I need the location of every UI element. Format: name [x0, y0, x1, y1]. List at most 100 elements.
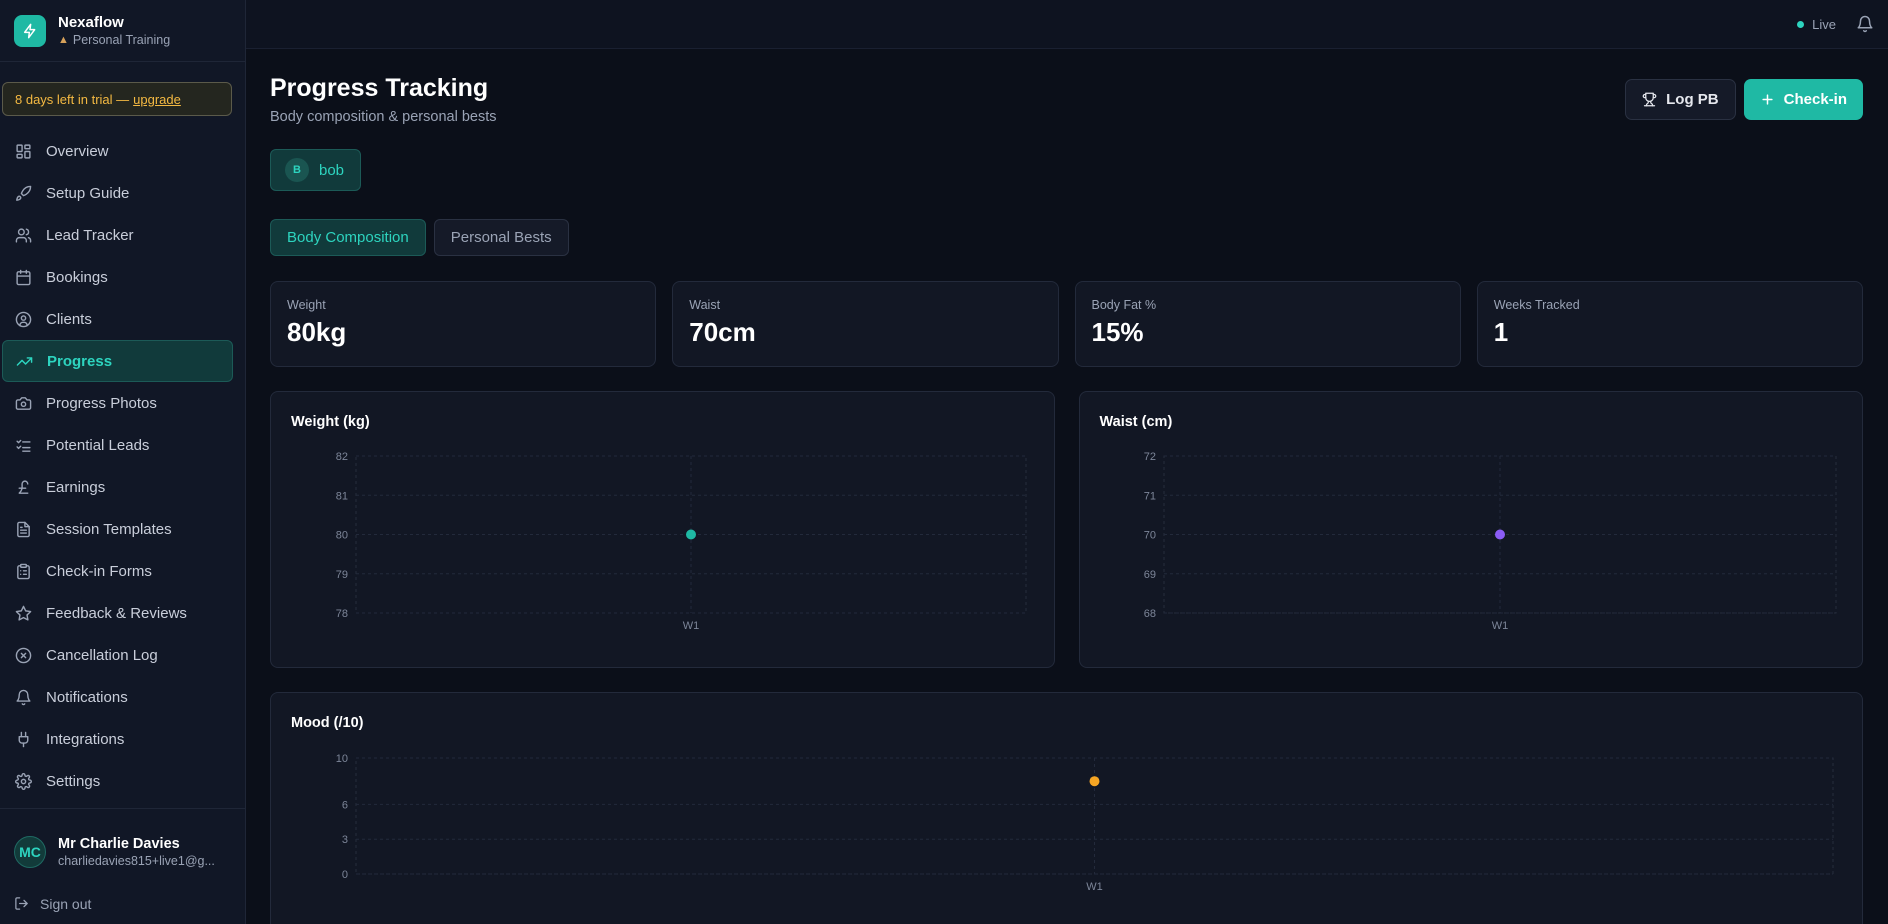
stat-value: 70cm [689, 317, 756, 347]
y-tick-label: 72 [1143, 451, 1155, 463]
sidebar-item-label: Settings [46, 772, 101, 790]
y-tick-label: 79 [336, 569, 348, 581]
sidebar-item-lead-tracker[interactable]: Lead Tracker [0, 214, 245, 256]
stat-label: Waist [689, 298, 721, 312]
stats-row: Weight 80kg Waist 70cm Body Fat % 15% We… [270, 281, 1863, 367]
lightning-icon[interactable] [14, 14, 46, 47]
mood-chart-svg: 10 6 3 0 W1 [336, 753, 1834, 893]
sidebar-item-label: Setup Guide [46, 184, 130, 202]
sidebar-item-label: Check-in Forms [46, 562, 152, 580]
calendar-icon [14, 268, 32, 286]
sidebar-item-setup-guide[interactable]: Setup Guide [0, 172, 245, 214]
sidebar-item-settings[interactable]: Settings [0, 760, 245, 802]
sidebar-item-check-in-forms[interactable]: Check-in Forms [0, 550, 245, 592]
waist-chart-svg: 72 71 70 69 68 W1 [1143, 451, 1836, 632]
x-circle-icon [14, 646, 32, 664]
y-tick-label: 78 [336, 608, 348, 620]
y-tick-label: 71 [1143, 490, 1155, 502]
stat-card-waist: Waist 70cm [672, 281, 1059, 367]
rocket-icon [14, 184, 32, 202]
tab-body-composition[interactable]: Body Composition [270, 219, 426, 256]
topbar: Live [246, 0, 1888, 49]
data-point [1494, 529, 1505, 540]
sidebar-item-label: Progress [47, 352, 113, 370]
sidebar-item-label: Integrations [46, 730, 125, 748]
stat-card-body-fat: Body Fat % 15% [1074, 281, 1461, 367]
sidebar-item-label: Progress Photos [46, 394, 157, 412]
sidebar-item-label: Clients [46, 310, 92, 328]
x-tick-label: W1 [683, 620, 700, 632]
gear-icon [14, 772, 32, 790]
sidebar-item-label: Bookings [46, 268, 108, 286]
waist-chart: 72 71 70 69 68 W1 Waist (cm) [1078, 391, 1863, 668]
y-tick-label: 6 [342, 799, 348, 811]
sidebar-item-progress-photos[interactable]: Progress Photos [0, 382, 245, 424]
x-tick-label: W1 [1491, 620, 1508, 632]
main-content: Live Progress Tracking Body composition … [246, 0, 1888, 924]
tabs: Body Composition Personal Bests [270, 219, 1863, 256]
stat-value: 15% [1091, 317, 1144, 347]
users-icon [14, 226, 32, 244]
sidebar-item-earnings[interactable]: Earnings [0, 466, 245, 508]
tab-personal-bests[interactable]: Personal Bests [433, 219, 569, 256]
y-tick-label: 69 [1143, 569, 1155, 581]
stat-label: Weeks Tracked [1493, 298, 1580, 312]
page-subtitle: Body composition & personal bests [270, 109, 497, 125]
sidebar: Nexaflow ▲ Personal Training 8 days left… [0, 0, 246, 924]
bell-icon[interactable] [1856, 15, 1874, 33]
list-check-icon [14, 436, 32, 454]
stat-card-weight: Weight 80kg [270, 281, 657, 367]
trending-up-icon [15, 352, 33, 370]
y-tick-label: 3 [342, 834, 348, 846]
user-name: Mr Charlie Davies [58, 836, 180, 852]
log-pb-button[interactable]: Log PB [1625, 79, 1736, 120]
x-tick-label: W1 [1086, 881, 1103, 893]
plus-icon [1760, 92, 1776, 108]
sidebar-item-integrations[interactable]: Integrations [0, 718, 245, 760]
mood-chart: 10 6 3 0 W1 Mood (/10) [270, 692, 1863, 924]
y-tick-label: 82 [336, 451, 348, 463]
plug-icon [14, 730, 32, 748]
sidebar-item-overview[interactable]: Overview [0, 130, 245, 172]
sidebar-item-bookings[interactable]: Bookings [0, 256, 245, 298]
brand-subtitle: Personal Training [72, 32, 171, 47]
sign-out-button[interactable]: Sign out [14, 896, 91, 912]
sidebar-item-label: Earnings [46, 478, 106, 496]
chart-title: Waist (cm) [1099, 414, 1173, 430]
sidebar-item-clients[interactable]: Clients [0, 298, 245, 340]
sidebar-item-notifications[interactable]: Notifications [0, 676, 245, 718]
muscle-icon: ▲ [58, 33, 69, 46]
clipboard-icon [14, 562, 32, 580]
trophy-icon [1642, 92, 1658, 108]
weight-chart: 82 81 80 79 78 W1 Weight (kg) [270, 391, 1055, 668]
grid-icon [14, 142, 32, 160]
live-status: Live [1797, 17, 1836, 32]
user-circle-icon [14, 310, 32, 328]
camera-icon [14, 394, 32, 412]
sidebar-item-potential-leads[interactable]: Potential Leads [0, 424, 245, 466]
check-in-label: Check-in [1783, 91, 1847, 108]
sidebar-item-feedback-reviews[interactable]: Feedback & Reviews [0, 592, 245, 634]
check-in-button[interactable]: Check-in [1743, 79, 1863, 120]
sidebar-nav: Overview Setup Guide Lead Tracker Bookings C… [0, 130, 245, 802]
sidebar-item-session-templates[interactable]: Session Templates [0, 508, 245, 550]
logout-icon [14, 896, 30, 912]
data-point [1089, 776, 1100, 787]
page-title: Progress Tracking [270, 74, 489, 102]
sidebar-item-cancellation-log[interactable]: Cancellation Log [0, 634, 245, 676]
stat-value: 80kg [287, 317, 347, 347]
star-icon [14, 604, 32, 622]
stat-label: Weight [287, 298, 326, 312]
y-tick-label: 0 [342, 869, 348, 881]
sidebar-item-label: Lead Tracker [46, 226, 134, 244]
stat-value: 1 [1493, 317, 1509, 347]
upgrade-link[interactable]: upgrade [133, 92, 181, 107]
client-selector[interactable]: B bob [270, 149, 362, 191]
avatar: MC [14, 836, 46, 868]
user-profile[interactable]: MC Mr Charlie Davies charliedavies815+li… [0, 808, 245, 869]
brand: Nexaflow ▲ Personal Training [0, 0, 245, 62]
brand-name: Nexaflow [58, 13, 124, 31]
sidebar-item-progress[interactable]: Progress [2, 340, 233, 382]
live-dot-icon [1797, 20, 1805, 28]
client-name: bob [319, 161, 345, 179]
